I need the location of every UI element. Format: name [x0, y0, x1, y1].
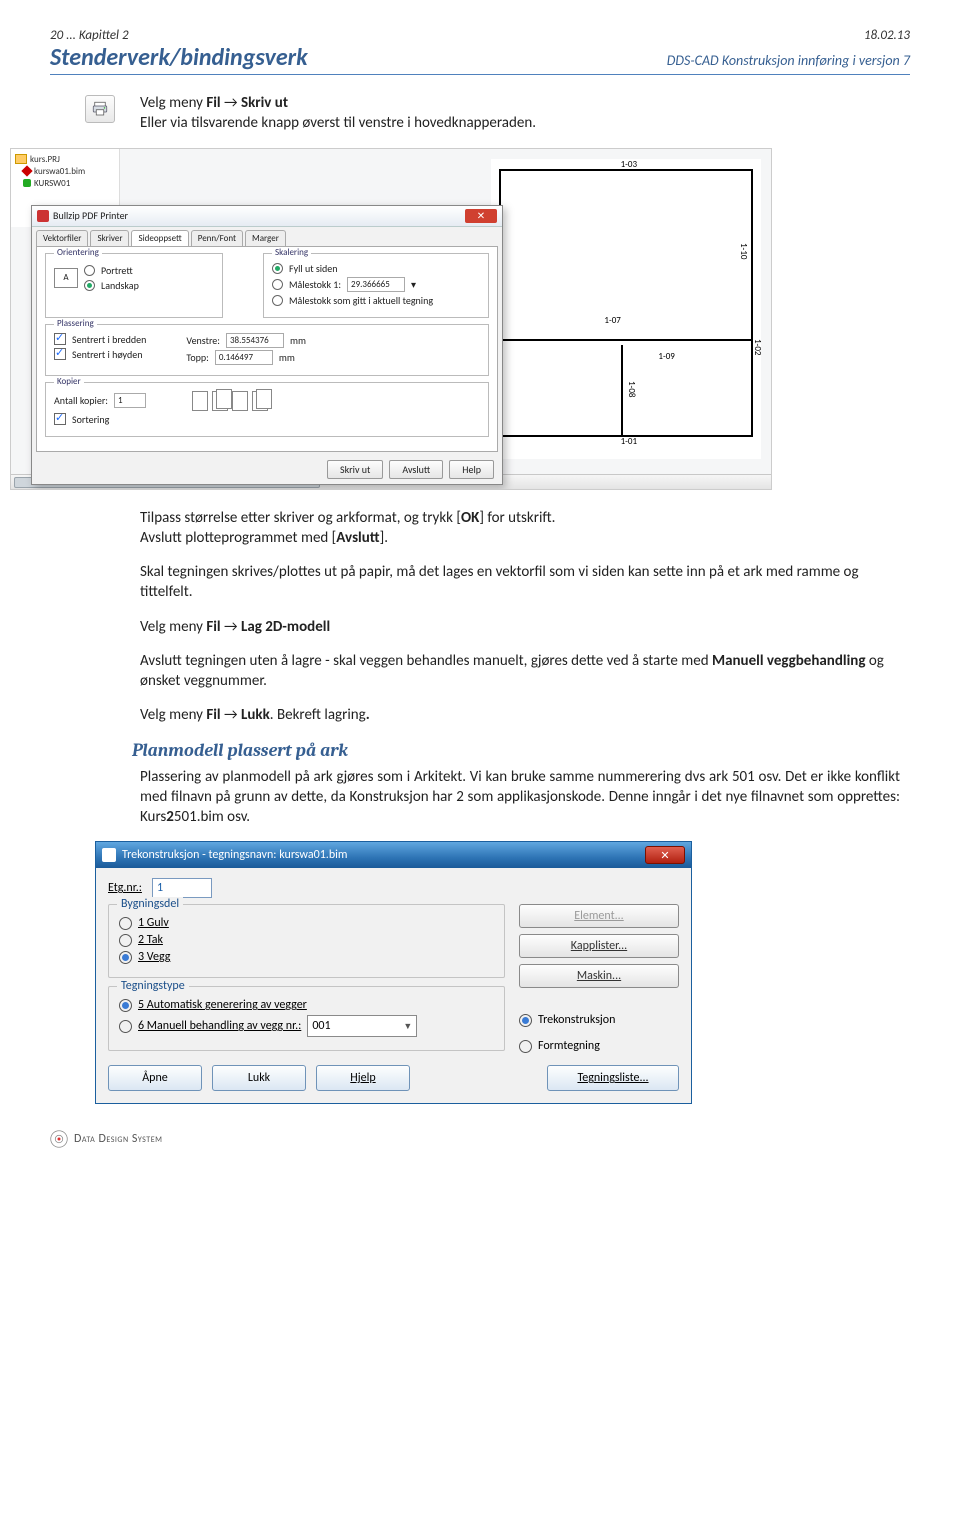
dialog-tabs: Vektorfiler Skriver Sideoppsett Penn/Fon…: [32, 227, 502, 246]
radio-manual-wall[interactable]: [119, 1020, 132, 1033]
dds-logo-icon: [50, 1130, 68, 1148]
tegningstype-legend: Tegningstype: [117, 979, 189, 993]
paragraph-adjust-size: Tilpass størrelse etter skriver og arkfo…: [140, 508, 900, 549]
dialog-title: Bullzip PDF Printer: [53, 209, 128, 222]
check-center-width[interactable]: [54, 333, 66, 345]
bygningsdel-legend: Bygningsdel: [117, 897, 183, 911]
help-button[interactable]: Help: [449, 460, 494, 479]
dialog2-title: Trekonstruksjon - tegningsnavn: kurswa01…: [122, 848, 347, 862]
lukk-button[interactable]: Lukk: [212, 1065, 306, 1091]
floorplan-canvas: 1-03 1-10 1-07 1-02 1-09 1-08 1-01: [491, 159, 761, 459]
maskin-button[interactable]: Maskin...: [519, 964, 679, 988]
radio-fill-page[interactable]: [272, 263, 283, 274]
collate-icon: [192, 391, 268, 411]
paragraph-print-menu: Velg meny Fil → Skriv ut Eller via tilsv…: [140, 93, 900, 134]
paragraph-planmodell: Plassering av planmodell på ark gjøres s…: [140, 767, 900, 828]
page-footer: Data Design System: [50, 1130, 910, 1148]
top-margin-field[interactable]: 0.146497: [215, 350, 273, 365]
subheading-planmodell: Planmodell plassert på ark: [132, 740, 900, 761]
apne-button[interactable]: Åpne: [108, 1065, 202, 1091]
paragraph-2dmodel: Velg meny Fil → Lag 2D-modell: [140, 617, 900, 637]
page-header-left: 20 ... Kapittel 2: [50, 28, 129, 43]
tab-skriver[interactable]: Skriver: [90, 230, 129, 246]
tegningsliste-button[interactable]: Tegningsliste...: [547, 1065, 679, 1091]
copies-legend: Kopier: [54, 376, 84, 387]
paragraph-vectorfile: Skal tegningen skrives/plottes ut på pap…: [140, 562, 900, 603]
close-button[interactable]: Avslutt: [389, 460, 443, 479]
element-button[interactable]: Element...: [519, 904, 679, 928]
radio-tak[interactable]: [119, 934, 132, 947]
radio-formtegning[interactable]: [519, 1040, 532, 1053]
check-sortering[interactable]: [54, 413, 66, 425]
check-center-height[interactable]: [54, 348, 66, 360]
copies-field[interactable]: 1: [114, 393, 146, 408]
etgnr-field[interactable]: 1: [152, 878, 212, 898]
placement-legend: Plassering: [54, 318, 97, 329]
orientation-legend: Orientering: [54, 247, 102, 258]
page-title: Stenderverk/bindingsverk: [50, 43, 308, 72]
radio-scale-1[interactable]: [272, 279, 283, 290]
radio-scale-drawing[interactable]: [272, 295, 283, 306]
radio-gulv[interactable]: [119, 917, 132, 930]
tab-marger[interactable]: Marger: [245, 230, 286, 246]
tab-vektorfiler[interactable]: Vektorfiler: [36, 230, 88, 246]
print-dialog: Bullzip PDF Printer ✕ Vektorfiler Skrive…: [31, 205, 503, 485]
paragraph-manual-wall: Avslutt tegningen uten å lagre - skal ve…: [140, 651, 900, 692]
screenshot-print-dialog: kurs.PRJ kurswa01.bim KURSW01 1-03 1-10 …: [10, 148, 772, 490]
screenshot-trekonstruksjon-dialog: Trekonstruksjon - tegningsnavn: kurswa01…: [95, 841, 692, 1104]
paragraph-close: Velg meny Fil → Lukk. Bekreft lagring.: [140, 705, 900, 725]
print-button[interactable]: Skriv ut: [327, 460, 383, 479]
close-icon[interactable]: ✕: [645, 846, 685, 864]
tab-pennfont[interactable]: Penn/Font: [191, 230, 243, 246]
radio-vegg[interactable]: [119, 951, 132, 964]
left-margin-field[interactable]: 38.554376: [226, 333, 284, 348]
print-icon: [85, 95, 115, 123]
pdf-icon: [37, 210, 49, 222]
radio-trekonstruksjon[interactable]: [519, 1014, 532, 1027]
app-icon: [102, 848, 116, 862]
radio-auto-gen[interactable]: [119, 999, 132, 1012]
etgnr-label: Etg.nr.:: [108, 881, 142, 895]
close-icon[interactable]: ✕: [465, 209, 497, 223]
kapplister-button[interactable]: Kapplister...: [519, 934, 679, 958]
tab-sideoppsett[interactable]: Sideoppsett: [131, 230, 188, 246]
radio-landscape[interactable]: [84, 280, 95, 291]
scale-value-field[interactable]: 29.366665: [347, 277, 405, 292]
wall-number-combo[interactable]: 001▼: [307, 1015, 417, 1037]
orientation-preview-icon: A: [54, 268, 78, 288]
hjelp-button[interactable]: Hjelp: [316, 1065, 410, 1091]
page-subtitle: DDS-CAD Konstruksjon innføring i versjon…: [667, 52, 910, 69]
page-header-right: 18.02.13: [864, 28, 910, 43]
scale-legend: Skalering: [272, 247, 311, 258]
radio-portrait[interactable]: [84, 265, 95, 276]
